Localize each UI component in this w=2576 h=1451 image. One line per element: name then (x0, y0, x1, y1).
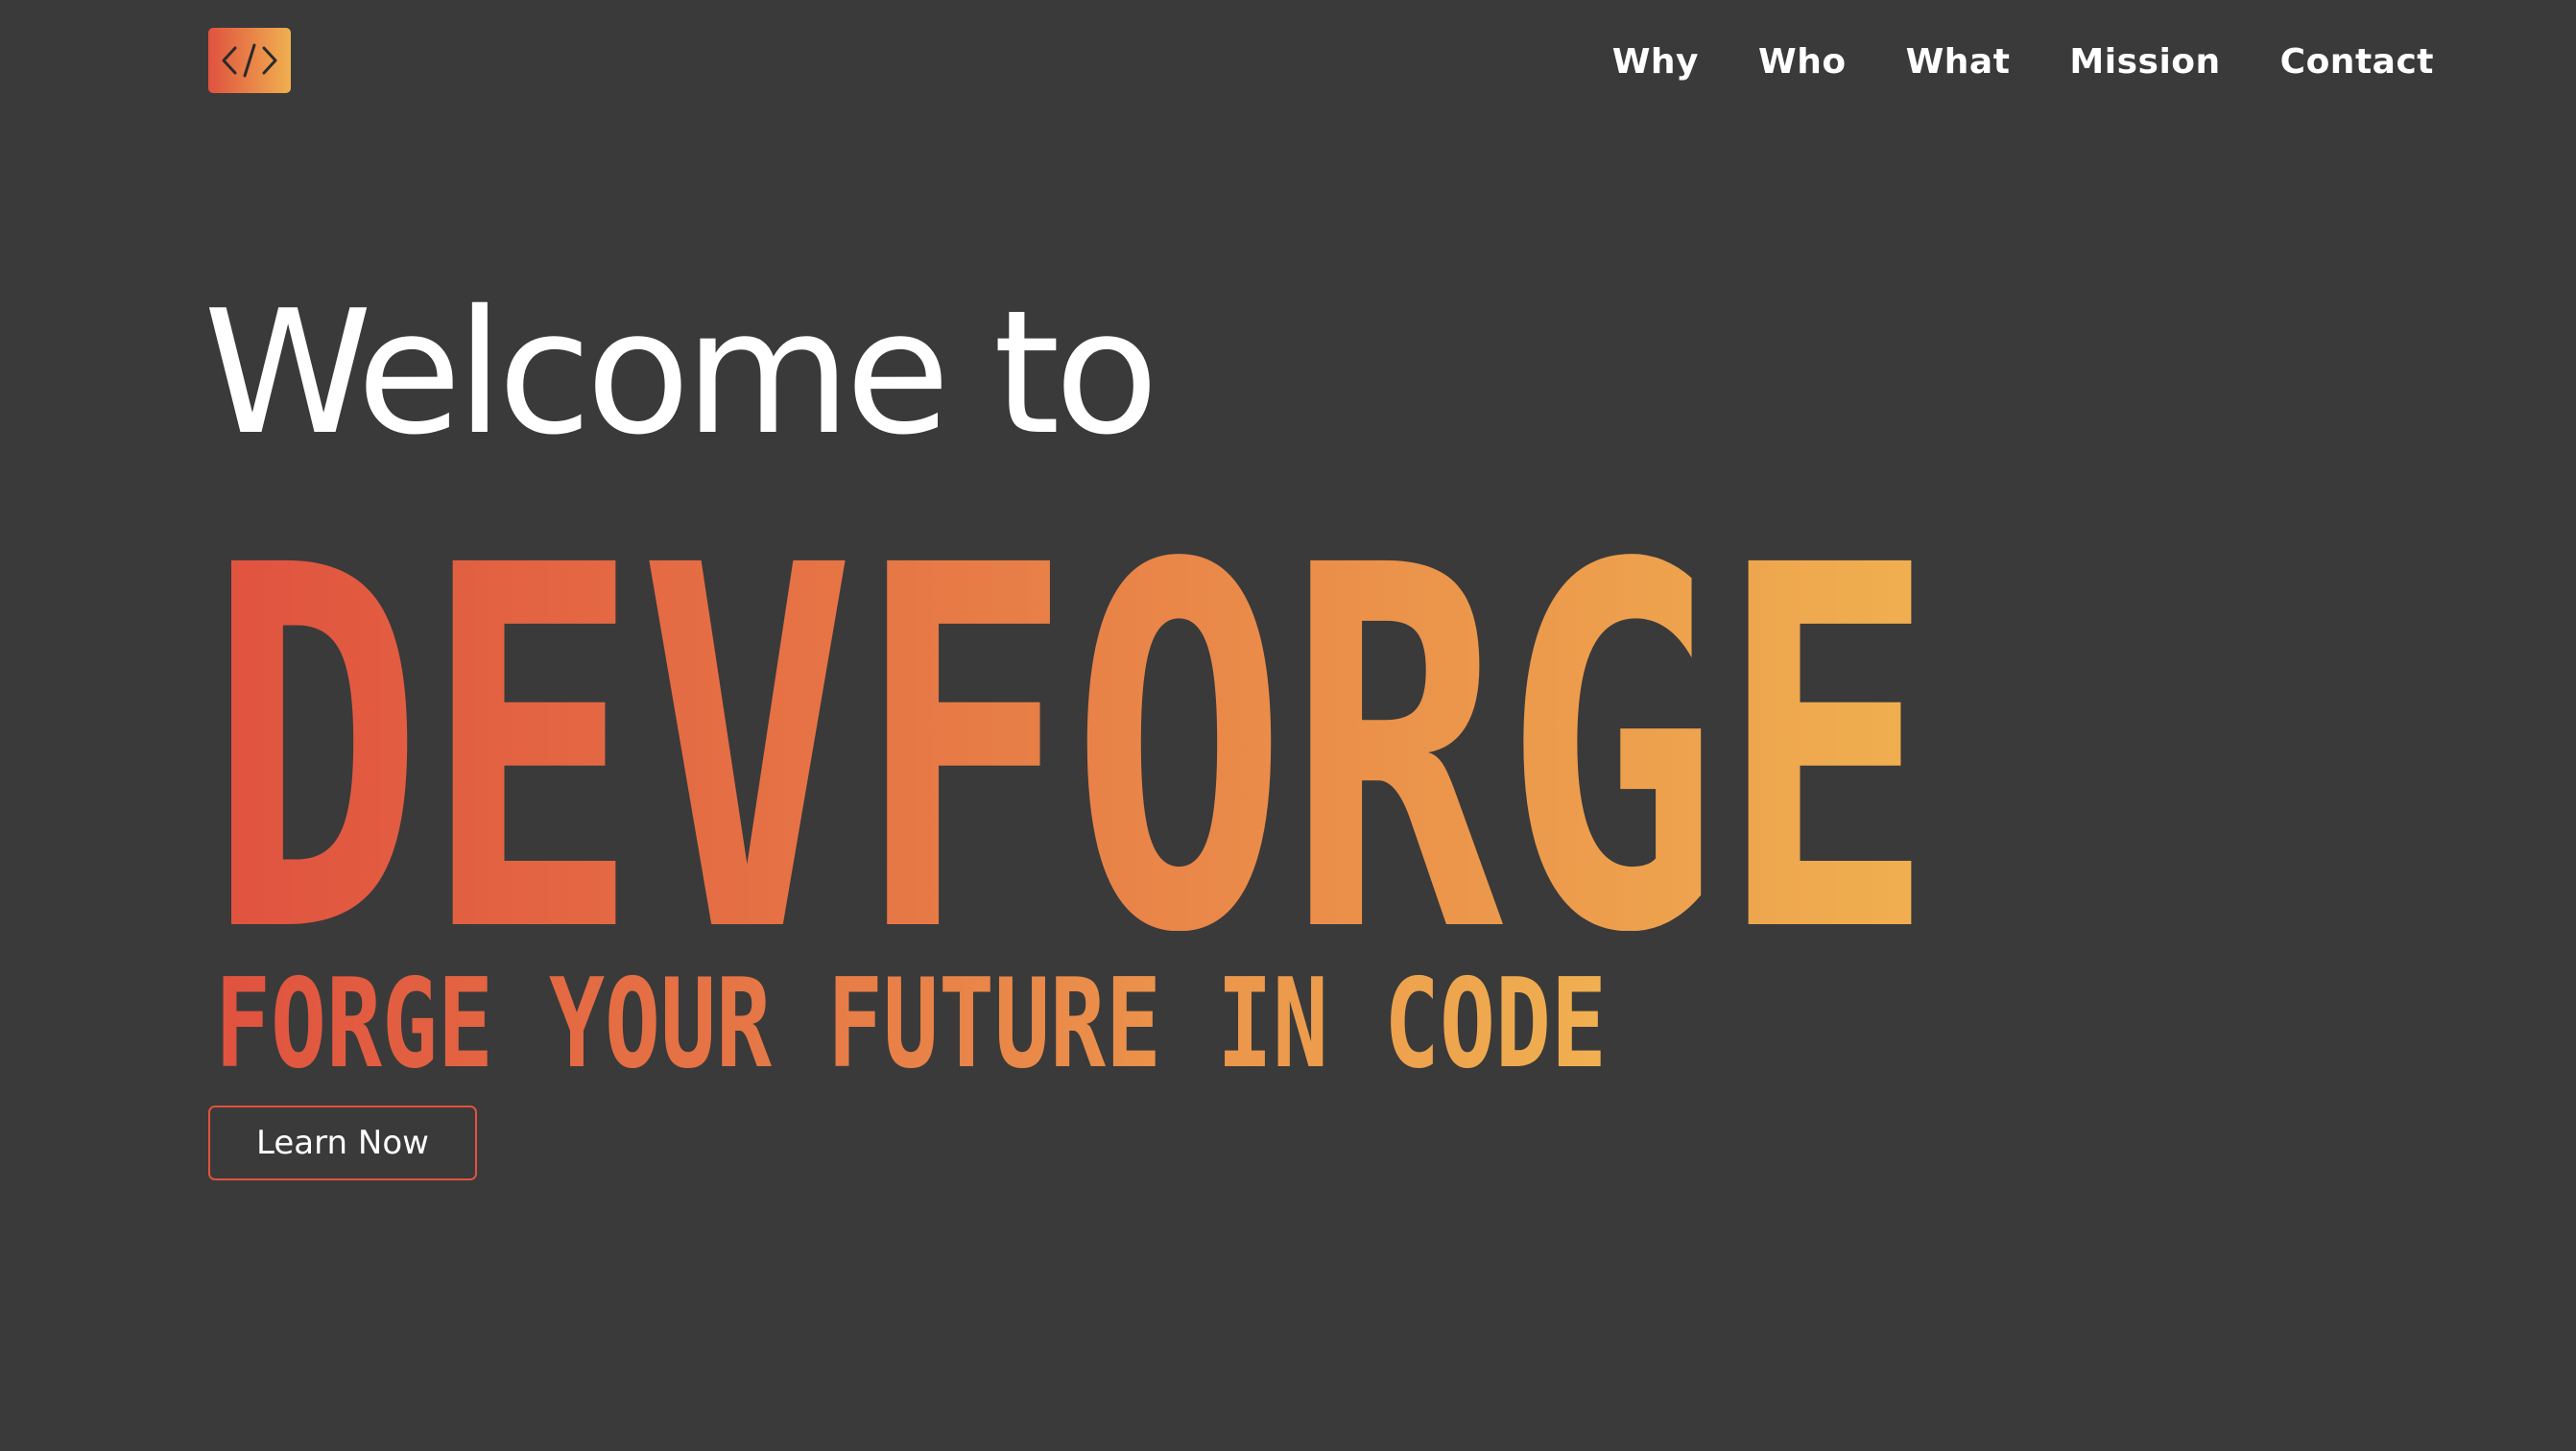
tagline-text: FORGE YOUR FUTURE IN CODE (215, 965, 1607, 1073)
nav-link-why[interactable]: Why (1612, 38, 1699, 86)
code-brackets-icon: </> (222, 43, 277, 78)
tagline: FORGE YOUR FUTURE IN CODE (215, 965, 1607, 1073)
brand-title: DEVFORGE (207, 488, 1935, 931)
nav-link-what[interactable]: What (1906, 38, 2011, 86)
nav-link-who[interactable]: Who (1758, 38, 1847, 86)
brand-wordmark: DEVFORGE (207, 488, 1935, 931)
learn-now-button[interactable]: Learn Now (208, 1106, 477, 1180)
welcome-heading: Welcome to (203, 274, 1158, 472)
main-nav: Why Who What Mission Contact (1612, 38, 2434, 86)
logo[interactable]: </> (208, 28, 291, 93)
nav-link-contact[interactable]: Contact (2280, 38, 2434, 86)
nav-link-mission[interactable]: Mission (2069, 38, 2220, 86)
